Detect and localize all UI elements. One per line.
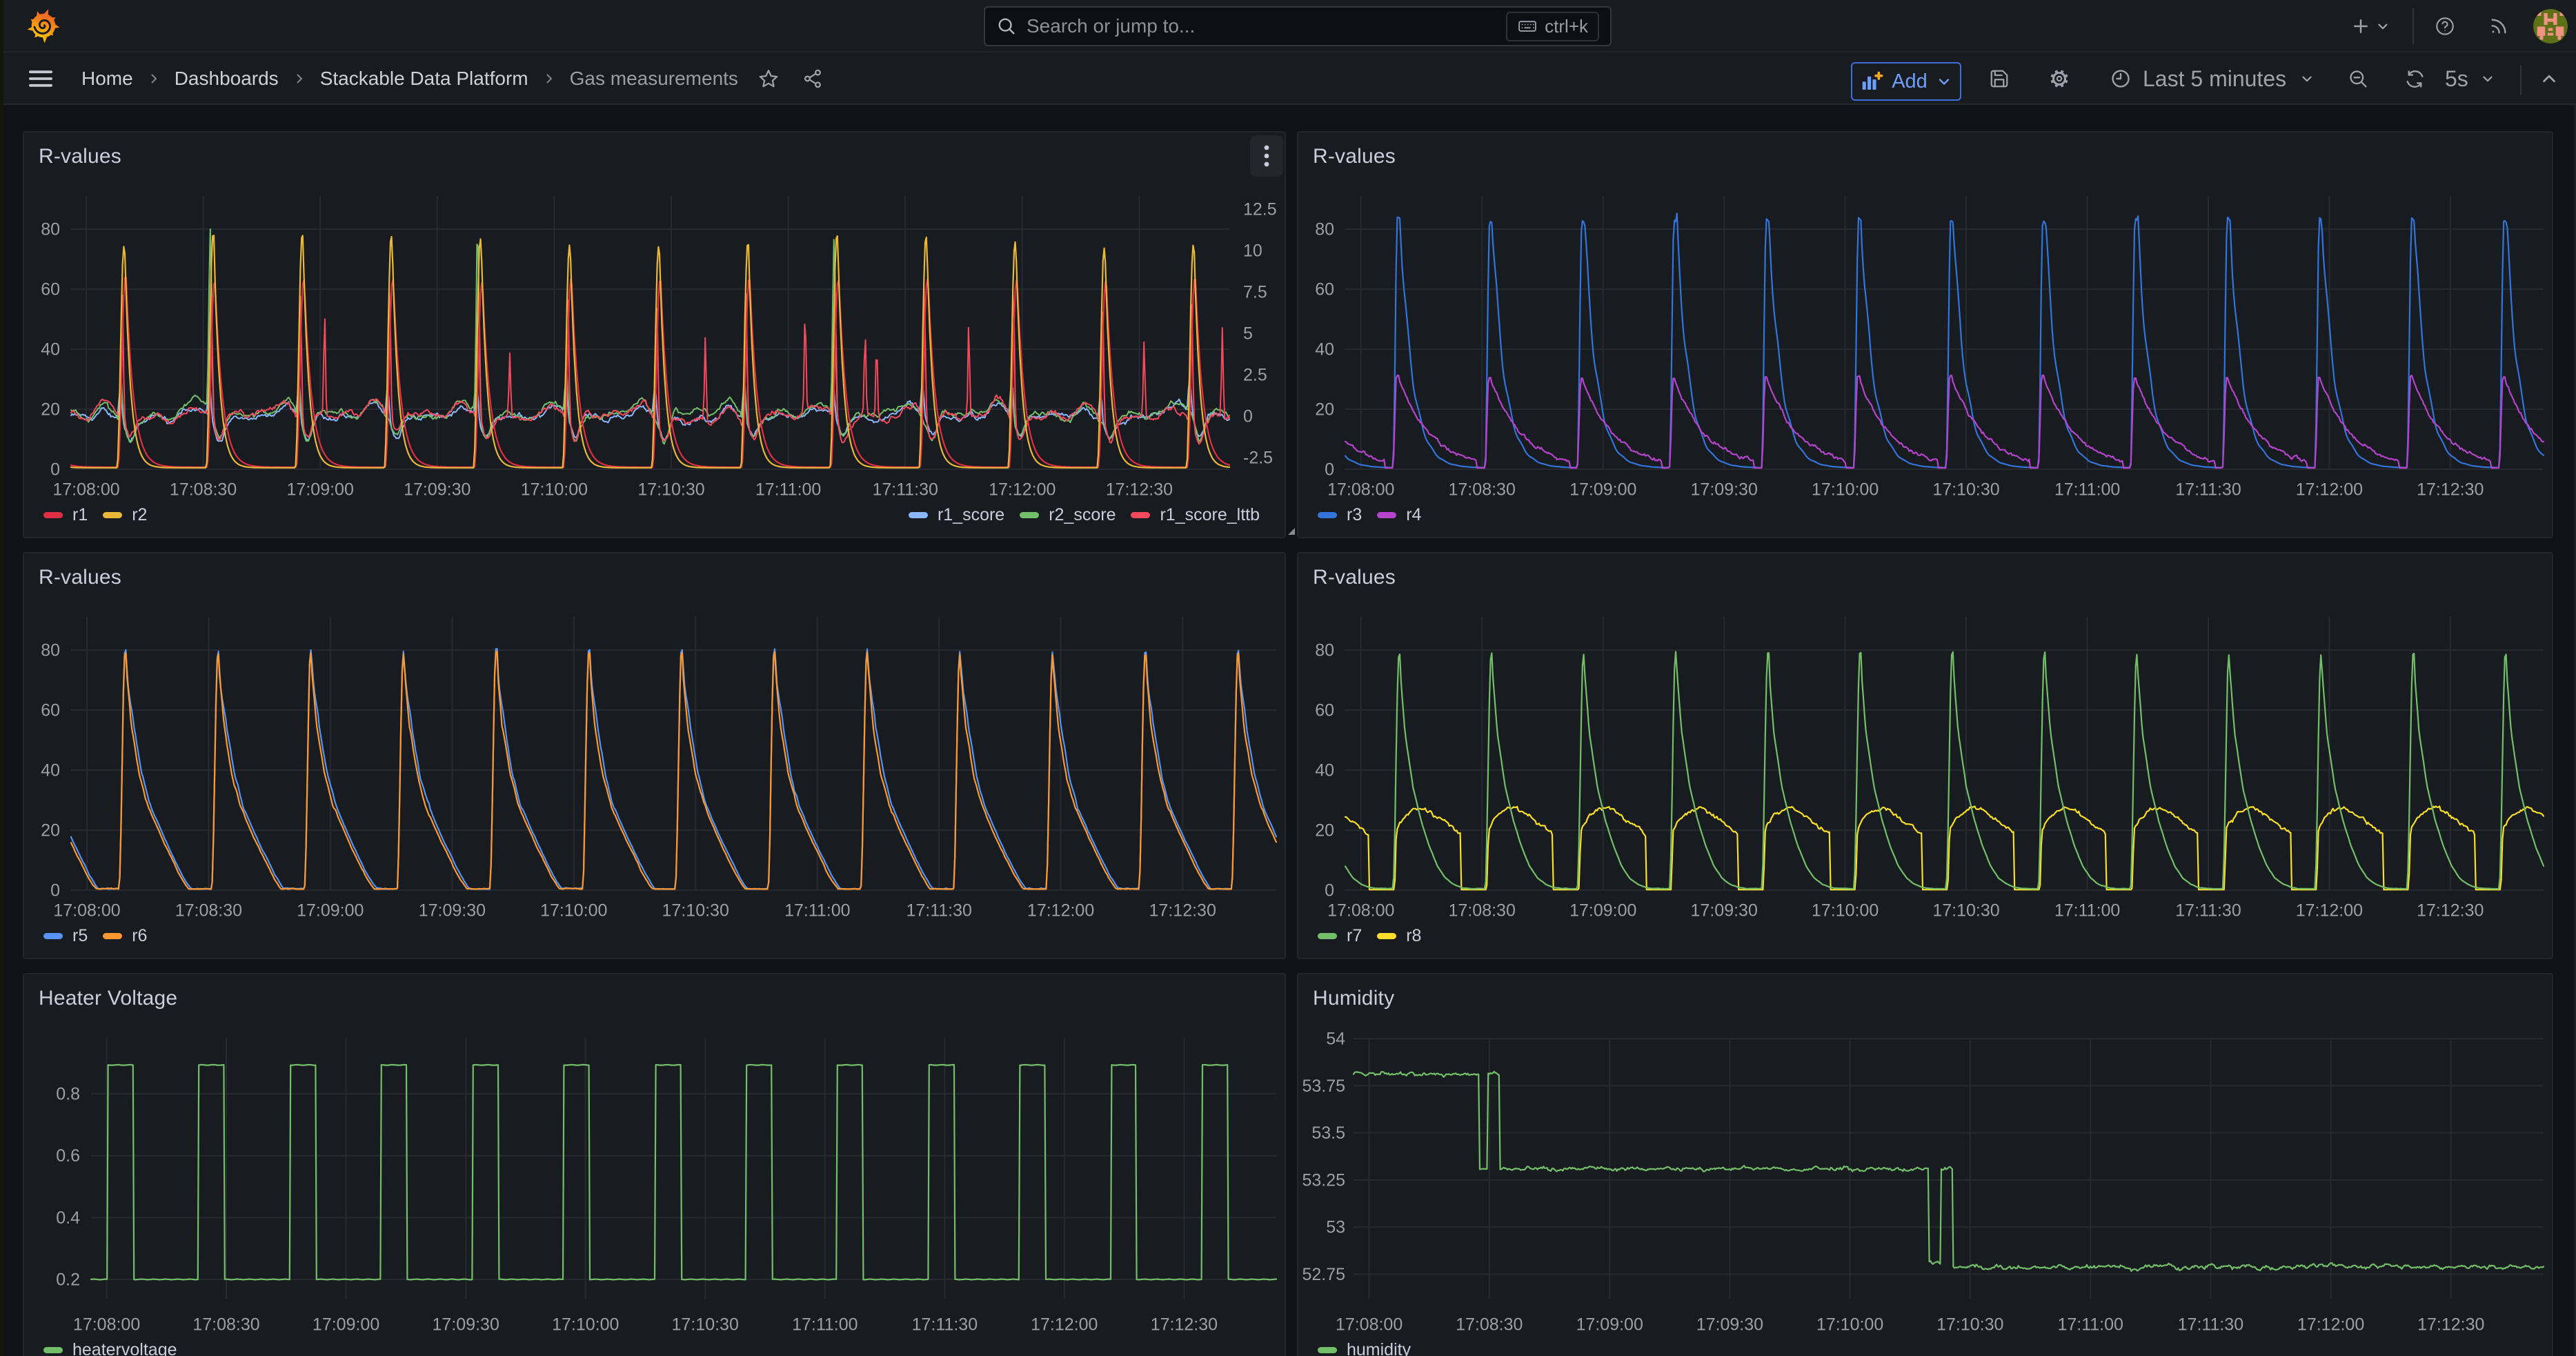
svg-text:17:11:30: 17:11:30 (906, 901, 971, 920)
svg-text:17:11:30: 17:11:30 (2175, 901, 2241, 920)
svg-text:40: 40 (41, 760, 60, 780)
svg-text:17:08:30: 17:08:30 (1449, 480, 1516, 499)
svg-text:17:11:00: 17:11:00 (755, 480, 821, 499)
svg-text:40: 40 (1315, 760, 1334, 780)
svg-text:53: 53 (1326, 1218, 1345, 1237)
svg-text:17:08:30: 17:08:30 (192, 1315, 259, 1334)
svg-text:17:09:00: 17:09:00 (1569, 901, 1636, 920)
svg-text:80: 80 (41, 219, 60, 239)
svg-text:0: 0 (1325, 460, 1334, 479)
svg-text:17:12:30: 17:12:30 (2417, 480, 2484, 499)
svg-text:17:12:30: 17:12:30 (1149, 901, 1216, 920)
svg-text:80: 80 (41, 640, 60, 660)
svg-text:17:08:30: 17:08:30 (170, 480, 237, 499)
svg-text:17:10:30: 17:10:30 (1932, 901, 1999, 920)
svg-text:40: 40 (41, 340, 60, 359)
svg-text:17:10:30: 17:10:30 (1936, 1315, 2003, 1334)
svg-text:17:11:00: 17:11:00 (2057, 1315, 2123, 1334)
svg-text:17:10:30: 17:10:30 (672, 1315, 739, 1334)
svg-text:53.75: 53.75 (1302, 1077, 1345, 1096)
svg-text:17:11:00: 17:11:00 (792, 1315, 858, 1334)
svg-text:17:08:00: 17:08:00 (1327, 901, 1394, 920)
svg-text:17:09:00: 17:09:00 (1569, 480, 1636, 499)
svg-text:17:09:00: 17:09:00 (287, 480, 354, 499)
svg-text:17:09:30: 17:09:30 (433, 1315, 499, 1334)
svg-text:17:11:00: 17:11:00 (784, 901, 850, 920)
svg-text:17:08:30: 17:08:30 (1449, 901, 1516, 920)
svg-text:17:09:30: 17:09:30 (1691, 480, 1758, 499)
svg-text:17:09:00: 17:09:00 (313, 1315, 379, 1334)
svg-text:17:11:00: 17:11:00 (2054, 480, 2120, 499)
svg-text:17:08:00: 17:08:00 (1327, 480, 1394, 499)
svg-text:0: 0 (50, 460, 60, 479)
svg-text:17:08:00: 17:08:00 (1336, 1315, 1403, 1334)
svg-text:17:08:00: 17:08:00 (53, 901, 120, 920)
svg-text:-2.5: -2.5 (1243, 448, 1273, 467)
svg-text:17:12:00: 17:12:00 (1031, 1315, 1098, 1334)
svg-text:60: 60 (41, 279, 60, 299)
svg-text:17:10:00: 17:10:00 (1816, 1315, 1883, 1334)
svg-text:17:11:30: 17:11:30 (912, 1315, 978, 1334)
svg-text:60: 60 (41, 700, 60, 720)
svg-text:0: 0 (1325, 881, 1334, 900)
svg-text:17:08:00: 17:08:00 (52, 480, 119, 499)
svg-text:17:11:30: 17:11:30 (872, 480, 938, 499)
svg-text:12.5: 12.5 (1243, 199, 1277, 219)
svg-text:2.5: 2.5 (1243, 365, 1267, 384)
svg-text:17:12:00: 17:12:00 (1027, 901, 1094, 920)
svg-text:7.5: 7.5 (1243, 282, 1267, 302)
svg-text:17:12:30: 17:12:30 (2417, 901, 2484, 920)
svg-text:17:09:30: 17:09:30 (404, 480, 470, 499)
svg-text:20: 20 (41, 400, 60, 419)
svg-text:0.8: 0.8 (56, 1084, 80, 1103)
svg-text:17:12:00: 17:12:00 (2297, 1315, 2364, 1334)
svg-text:17:10:30: 17:10:30 (662, 901, 729, 920)
svg-text:17:09:30: 17:09:30 (1696, 1315, 1763, 1334)
svg-text:17:11:30: 17:11:30 (2175, 480, 2241, 499)
svg-text:17:08:00: 17:08:00 (73, 1315, 140, 1334)
svg-text:17:12:30: 17:12:30 (2417, 1315, 2484, 1334)
svg-text:80: 80 (1315, 219, 1334, 239)
svg-text:17:08:30: 17:08:30 (1456, 1315, 1523, 1334)
svg-text:17:10:00: 17:10:00 (1812, 901, 1879, 920)
svg-text:53.5: 53.5 (1311, 1123, 1345, 1143)
svg-text:17:11:00: 17:11:00 (2054, 901, 2120, 920)
svg-text:17:12:00: 17:12:00 (2296, 480, 2363, 499)
svg-text:17:10:30: 17:10:30 (1932, 480, 1999, 499)
svg-text:17:12:30: 17:12:30 (1106, 480, 1173, 499)
svg-text:17:10:00: 17:10:00 (540, 901, 607, 920)
svg-text:20: 20 (1315, 821, 1334, 840)
svg-text:17:12:30: 17:12:30 (1151, 1315, 1218, 1334)
svg-text:53.25: 53.25 (1302, 1170, 1345, 1190)
svg-text:54: 54 (1326, 1030, 1345, 1049)
svg-text:0: 0 (50, 881, 60, 900)
svg-text:60: 60 (1315, 700, 1334, 720)
svg-text:17:10:00: 17:10:00 (552, 1315, 619, 1334)
svg-text:17:10:00: 17:10:00 (1812, 480, 1879, 499)
svg-text:17:09:30: 17:09:30 (419, 901, 486, 920)
svg-text:80: 80 (1315, 640, 1334, 660)
svg-text:17:12:00: 17:12:00 (989, 480, 1056, 499)
svg-text:0: 0 (1243, 406, 1253, 426)
svg-text:10: 10 (1243, 241, 1262, 260)
svg-text:17:09:30: 17:09:30 (1691, 901, 1758, 920)
svg-text:0.2: 0.2 (56, 1270, 80, 1289)
svg-text:0.6: 0.6 (56, 1146, 80, 1166)
svg-text:40: 40 (1315, 340, 1334, 359)
svg-text:17:09:00: 17:09:00 (297, 901, 364, 920)
svg-text:17:09:00: 17:09:00 (1576, 1315, 1643, 1334)
svg-text:52.75: 52.75 (1302, 1265, 1345, 1284)
svg-text:17:10:00: 17:10:00 (521, 480, 588, 499)
svg-text:5: 5 (1243, 324, 1253, 343)
svg-text:20: 20 (41, 821, 60, 840)
svg-text:60: 60 (1315, 279, 1334, 299)
svg-text:17:08:30: 17:08:30 (175, 901, 242, 920)
svg-text:17:12:00: 17:12:00 (2296, 901, 2363, 920)
svg-text:20: 20 (1315, 400, 1334, 419)
svg-text:17:10:30: 17:10:30 (637, 480, 704, 499)
svg-text:17:11:30: 17:11:30 (2178, 1315, 2243, 1334)
svg-text:0.4: 0.4 (56, 1208, 80, 1228)
